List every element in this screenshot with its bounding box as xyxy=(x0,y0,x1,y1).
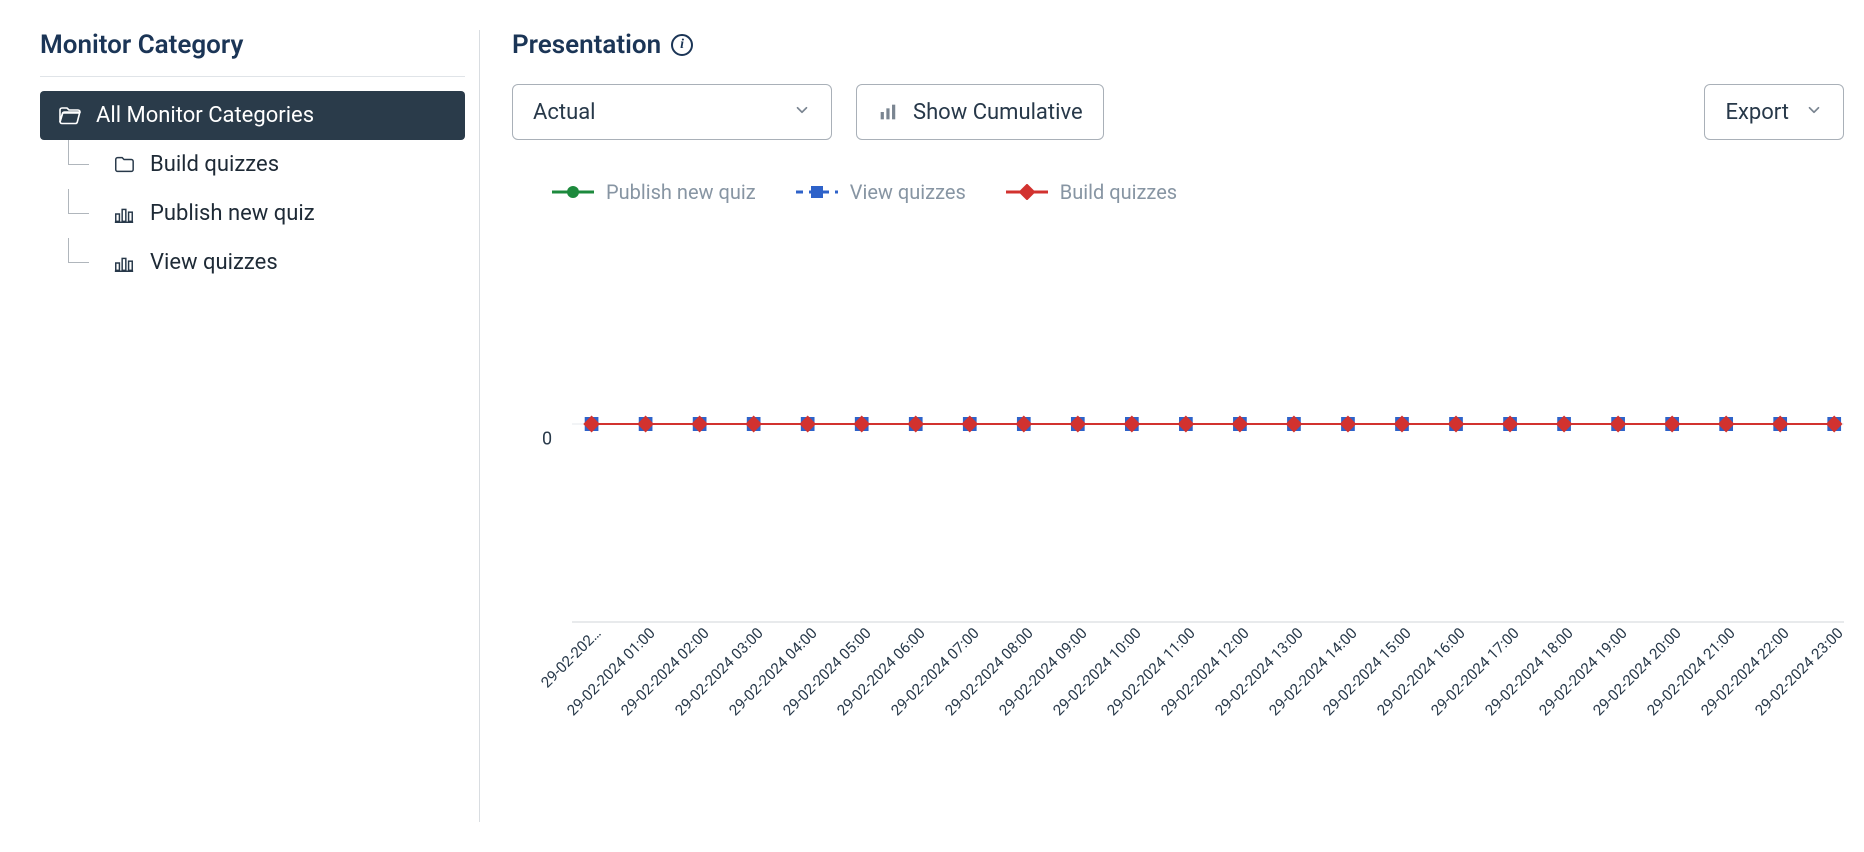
show-cumulative-label: Show Cumulative xyxy=(913,100,1083,125)
plot-area: 0 29-02-202…29-02-2024 01:0029-02-2024 0… xyxy=(542,224,1844,654)
show-cumulative-button[interactable]: Show Cumulative xyxy=(856,84,1104,140)
sidebar: Monitor Category All Monitor Categories … xyxy=(20,30,480,822)
bar-chart-icon xyxy=(877,101,899,123)
chevron-down-icon xyxy=(793,100,811,125)
tree-item-label: View quizzes xyxy=(150,250,278,275)
legend-marker-diamond-icon xyxy=(1006,184,1048,200)
chart: Publish new quiz View quizzes Build quiz… xyxy=(512,180,1844,822)
export-label: Export xyxy=(1725,100,1789,125)
tree-item-label: Build quizzes xyxy=(150,152,279,177)
tree-root-label: All Monitor Categories xyxy=(96,103,314,128)
legend-entry-build-quizzes[interactable]: Build quizzes xyxy=(1006,180,1177,204)
legend-marker-square-icon xyxy=(796,184,838,200)
plot-svg-host xyxy=(572,224,1844,624)
legend-label: Publish new quiz xyxy=(606,180,756,204)
tree-item-label: Publish new quiz xyxy=(150,201,315,226)
bar-chart-icon xyxy=(112,202,136,226)
page-title: Presentation xyxy=(512,30,661,60)
main-panel: Presentation i Actual Show Cumulative Ex… xyxy=(480,30,1844,822)
sidebar-title: Monitor Category xyxy=(40,30,465,77)
export-button[interactable]: Export xyxy=(1704,84,1844,140)
x-axis: 29-02-202…29-02-2024 01:0029-02-2024 02:… xyxy=(572,624,1844,764)
tree-item-build-quizzes[interactable]: Build quizzes xyxy=(90,140,465,189)
chevron-down-icon xyxy=(1805,100,1823,125)
folder-open-icon xyxy=(58,104,82,128)
legend-label: View quizzes xyxy=(850,180,966,204)
legend-marker-circle-icon xyxy=(552,184,594,200)
toolbar: Actual Show Cumulative Export xyxy=(512,84,1844,140)
tree-item-view-quizzes[interactable]: View quizzes xyxy=(90,238,465,287)
legend-entry-view-quizzes[interactable]: View quizzes xyxy=(796,180,966,204)
legend-label: Build quizzes xyxy=(1060,180,1177,204)
chart-legend: Publish new quiz View quizzes Build quiz… xyxy=(552,180,1844,204)
page-title-row: Presentation i xyxy=(512,30,1844,60)
folder-icon xyxy=(112,153,136,177)
tree-item-publish-new-quiz[interactable]: Publish new quiz xyxy=(90,189,465,238)
legend-entry-publish-new-quiz[interactable]: Publish new quiz xyxy=(552,180,756,204)
mode-select[interactable]: Actual xyxy=(512,84,832,140)
y-tick-0: 0 xyxy=(542,429,552,450)
tree-root-all-monitor-categories[interactable]: All Monitor Categories xyxy=(40,91,465,140)
category-tree: All Monitor Categories Build quizzes Pub… xyxy=(40,91,465,287)
mode-select-value: Actual xyxy=(533,100,596,125)
info-icon[interactable]: i xyxy=(671,34,693,56)
bar-chart-icon xyxy=(112,251,136,275)
